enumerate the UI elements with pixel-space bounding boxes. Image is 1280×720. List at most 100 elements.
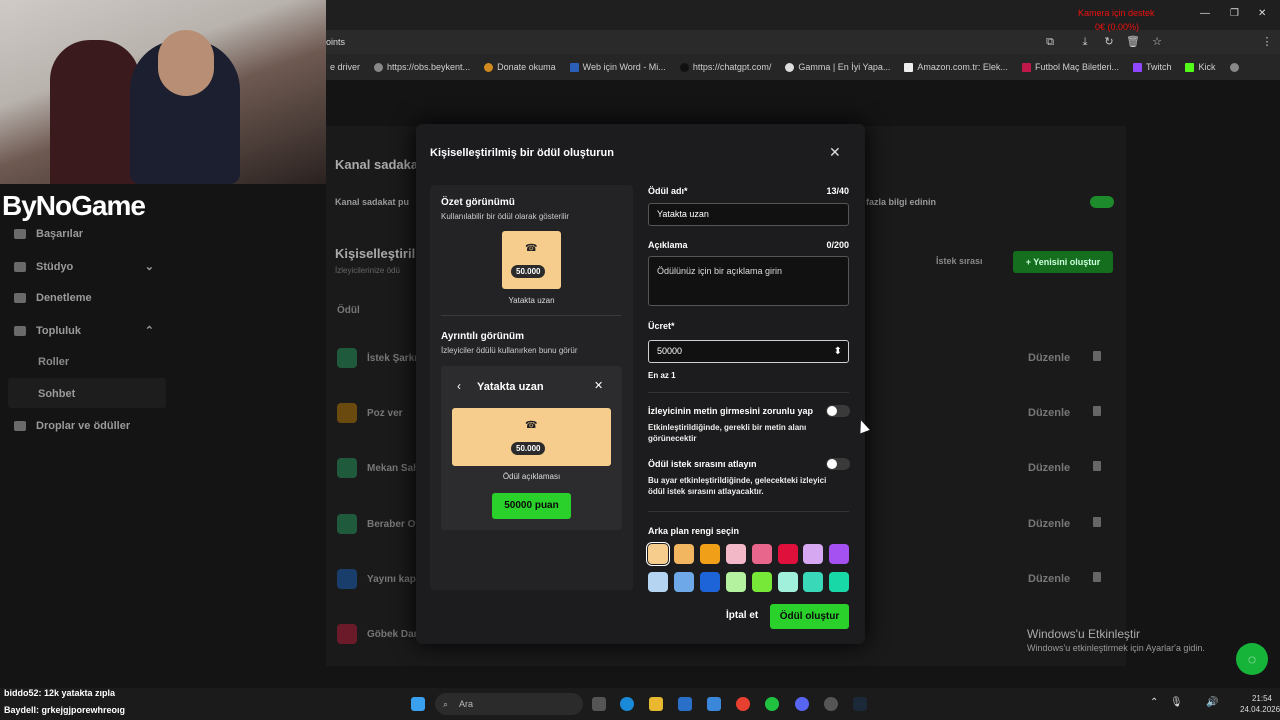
color-swatch[interactable] bbox=[646, 542, 670, 566]
steam-icon[interactable] bbox=[853, 697, 867, 711]
description-label: Açıklama bbox=[648, 240, 688, 250]
delete-icon[interactable] bbox=[1093, 572, 1101, 582]
stream-overlay-subtext: 0€ (0.00%) bbox=[1095, 22, 1140, 32]
color-swatch[interactable] bbox=[829, 572, 850, 592]
delete-icon[interactable] bbox=[1093, 406, 1101, 416]
create-reward-button[interactable]: Ödül oluştur bbox=[770, 604, 849, 629]
taskbar-clock[interactable]: 21:54 24.04.2026 bbox=[1240, 693, 1280, 715]
mail-icon[interactable] bbox=[678, 697, 692, 711]
sidebar-item-community[interactable]: Topluluk ⌃ bbox=[14, 324, 164, 337]
color-swatch[interactable] bbox=[803, 544, 824, 564]
sidebar-item-achievements[interactable]: Başarılar bbox=[14, 228, 164, 240]
bookmark-item[interactable]: Web için Word - Mi... bbox=[569, 62, 666, 72]
chrome-icon[interactable] bbox=[736, 697, 750, 711]
chevron-left-icon[interactable]: ‹ bbox=[457, 379, 461, 393]
stream-overlay-text: Kamera için destek bbox=[1078, 8, 1155, 18]
color-swatch[interactable] bbox=[777, 544, 798, 564]
obs-icon[interactable] bbox=[824, 697, 838, 711]
channel-points-toggle[interactable] bbox=[1090, 196, 1114, 208]
edge-icon[interactable] bbox=[620, 697, 634, 711]
sidebar-item-chat[interactable]: Sohbet bbox=[38, 388, 75, 400]
windows-start-icon[interactable] bbox=[411, 697, 425, 711]
close-icon[interactable]: ✕ bbox=[829, 144, 841, 161]
minimize-icon[interactable]: — bbox=[1200, 8, 1210, 19]
extensions-icon[interactable]: ⧉ bbox=[1043, 36, 1057, 48]
bookmark-item[interactable]: https://chatgpt.com/ bbox=[679, 62, 771, 72]
address-bar[interactable]: oints bbox=[326, 37, 345, 47]
stepper-icon[interactable]: ⬍ bbox=[834, 341, 842, 362]
color-swatch[interactable] bbox=[725, 544, 746, 564]
delete-icon[interactable] bbox=[1093, 517, 1101, 527]
cancel-button[interactable]: İptal et bbox=[726, 610, 758, 621]
taskbar-search[interactable]: ⌕ Ara bbox=[435, 693, 583, 715]
redeem-button[interactable]: 50000 puan bbox=[492, 493, 571, 519]
sidebar-item-studio[interactable]: Stüdyo ⌄ bbox=[14, 260, 164, 273]
bookmark-item[interactable]: https://obs.beykent... bbox=[374, 62, 470, 72]
sidebar-item-moderation[interactable]: Denetleme bbox=[14, 292, 164, 304]
color-swatch[interactable] bbox=[699, 572, 720, 592]
skip-queue-toggle[interactable] bbox=[826, 458, 850, 470]
color-swatch[interactable] bbox=[777, 572, 798, 592]
section-title: Kişiselleştiril bbox=[335, 246, 416, 261]
reward-icon: ☎ bbox=[525, 420, 538, 431]
color-swatch[interactable] bbox=[829, 544, 850, 564]
edit-button[interactable]: Düzenle bbox=[1028, 518, 1070, 530]
bookmark-item[interactable]: Amazon.com.tr: Elek... bbox=[904, 62, 1008, 72]
chevron-up-icon[interactable]: ⌃ bbox=[1150, 697, 1158, 708]
file-explorer-icon[interactable] bbox=[649, 697, 663, 711]
request-queue-link[interactable]: İstek sırası bbox=[936, 256, 983, 266]
star-icon[interactable]: ☆ bbox=[1150, 36, 1164, 48]
store-icon[interactable] bbox=[707, 697, 721, 711]
word-icon bbox=[569, 62, 579, 72]
description-textarea[interactable]: Ödülünüz için bir açıklama girin bbox=[648, 256, 849, 306]
modal-title: Kişiselleştirilmiş bir ödül oluşturun bbox=[430, 147, 614, 159]
create-reward-modal: Kişiselleştirilmiş bir ödül oluşturun ✕ … bbox=[416, 124, 865, 644]
create-new-button[interactable]: + Yenisini oluştur bbox=[1013, 251, 1113, 273]
edit-button[interactable]: Düzenle bbox=[1028, 573, 1070, 585]
trash-icon[interactable]: 🗑 bbox=[1126, 36, 1140, 48]
wrench-icon bbox=[14, 293, 26, 303]
reward-icon: ☎ bbox=[525, 243, 538, 254]
reward-icon bbox=[337, 403, 357, 423]
cost-input[interactable]: 50000 ⬍ bbox=[648, 340, 849, 363]
help-chat-button[interactable]: ◌ bbox=[1236, 643, 1268, 675]
close-icon[interactable]: ✕ bbox=[594, 379, 603, 392]
color-swatch[interactable] bbox=[751, 572, 772, 592]
webcam-feed bbox=[0, 0, 326, 184]
color-swatch[interactable] bbox=[673, 544, 694, 564]
history-icon[interactable]: ↻ bbox=[1102, 36, 1116, 48]
volume-icon[interactable]: 🔊 bbox=[1206, 697, 1218, 708]
edit-button[interactable]: Düzenle bbox=[1028, 352, 1070, 364]
bookmark-item[interactable]: Futbol Maç Biletleri... bbox=[1021, 62, 1119, 72]
task-view-icon[interactable] bbox=[592, 697, 606, 711]
bookmark-item[interactable]: e driver bbox=[330, 62, 360, 72]
sidebar-item-roles[interactable]: Roller bbox=[38, 356, 69, 368]
bookmark-item[interactable] bbox=[1229, 62, 1239, 72]
maximize-icon[interactable]: ❐ bbox=[1230, 8, 1239, 19]
bookmark-item[interactable]: Kick bbox=[1185, 62, 1216, 72]
twitch-icon bbox=[1132, 62, 1142, 72]
color-swatch[interactable] bbox=[673, 572, 694, 592]
sidebar-item-drops[interactable]: Droplar ve ödüller bbox=[14, 420, 164, 432]
color-swatch[interactable] bbox=[803, 572, 824, 592]
reward-name-input[interactable]: Yatakta uzan bbox=[648, 203, 849, 226]
color-swatch[interactable] bbox=[725, 572, 746, 592]
color-swatch[interactable] bbox=[751, 544, 772, 564]
color-swatch[interactable] bbox=[648, 572, 668, 592]
bookmark-item[interactable]: Donate okuma bbox=[484, 62, 556, 72]
require-text-toggle[interactable] bbox=[826, 405, 850, 417]
close-window-icon[interactable]: ✕ bbox=[1258, 8, 1266, 19]
bookmark-item[interactable]: Twitch bbox=[1132, 62, 1171, 72]
menu-icon[interactable]: ⋮ bbox=[1260, 36, 1274, 48]
edit-button[interactable]: Düzenle bbox=[1028, 462, 1070, 474]
microphone-icon[interactable]: 🎙 bbox=[1170, 697, 1183, 708]
delete-icon[interactable] bbox=[1093, 461, 1101, 471]
discord-icon[interactable] bbox=[795, 697, 809, 711]
bookmark-item[interactable]: Gamma | En İyi Yapa... bbox=[785, 62, 890, 72]
download-icon[interactable]: ⤓ bbox=[1078, 36, 1092, 48]
spotify-icon[interactable] bbox=[765, 697, 779, 711]
delete-icon[interactable] bbox=[1093, 351, 1101, 361]
more-info-link[interactable]: fazla bilgi edinin bbox=[866, 197, 936, 207]
color-swatch[interactable] bbox=[699, 544, 720, 564]
edit-button[interactable]: Düzenle bbox=[1028, 407, 1070, 419]
